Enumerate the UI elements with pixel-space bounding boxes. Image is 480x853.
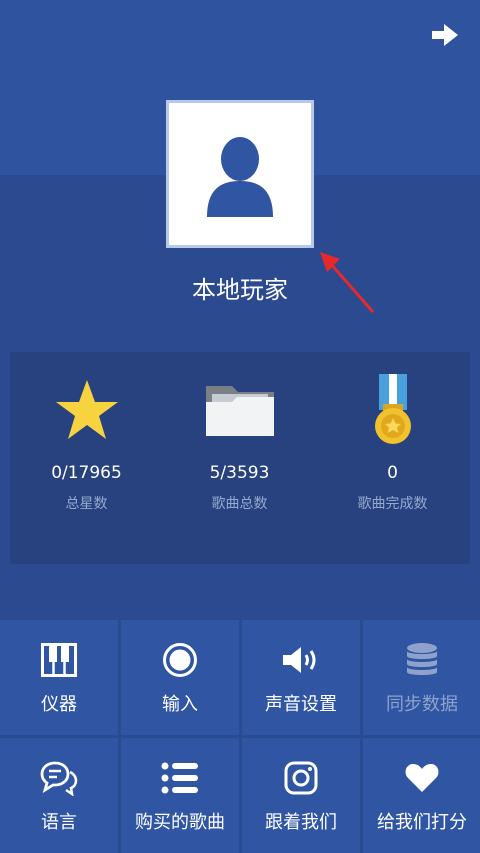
stat-value: 5/3593: [209, 463, 270, 483]
avatar[interactable]: [166, 100, 314, 248]
chat-icon: [0, 758, 118, 798]
menu-sound-settings-button[interactable]: 声音设置: [242, 620, 360, 735]
menu-language-button[interactable]: 语言: [0, 738, 118, 853]
folder-icon: [163, 372, 316, 447]
list-icon: [121, 758, 239, 798]
menu-follow-us-button[interactable]: 跟着我们: [242, 738, 360, 853]
menu-rate-us-button[interactable]: 给我们打分: [363, 738, 480, 853]
menu-label: 输入: [162, 694, 198, 715]
instagram-icon: [242, 758, 360, 798]
menu-sync-data-button[interactable]: 同步数据: [363, 620, 480, 735]
arrow-right-icon: [432, 24, 458, 46]
stats-panel: 0/17965 总星数 5/3593 歌曲总数 0 歌曲完成数: [10, 352, 470, 564]
menu-label: 同步数据: [386, 694, 458, 715]
stat-label: 歌曲完成数: [357, 496, 428, 512]
logout-button[interactable]: [430, 22, 460, 48]
stat-value: 0: [387, 463, 398, 483]
menu-input-button[interactable]: 输入: [121, 620, 239, 735]
database-icon: [363, 640, 480, 680]
medal-icon: [316, 372, 469, 447]
menu-grid: 仪器 输入 声音设置 同步数据 语言 购买的歌曲 跟着我们 给我们打分: [0, 620, 480, 853]
stat-value: 0/17965: [51, 463, 122, 483]
stat-label: 总星数: [65, 496, 108, 512]
stat-total-stars: 0/17965 总星数: [10, 372, 163, 513]
user-icon: [207, 137, 273, 217]
menu-label: 仪器: [41, 694, 77, 715]
menu-label: 语言: [41, 812, 77, 833]
piano-icon: [0, 640, 118, 680]
stat-total-songs: 5/3593 歌曲总数: [163, 372, 316, 513]
speaker-icon: [242, 640, 360, 680]
stat-songs-completed: 0 歌曲完成数: [316, 372, 469, 513]
menu-label: 购买的歌曲: [135, 812, 225, 833]
menu-instrument-button[interactable]: 仪器: [0, 620, 118, 735]
heart-icon: [363, 758, 480, 798]
star-icon: [10, 372, 163, 447]
player-name: 本地玩家: [192, 276, 288, 304]
menu-label: 声音设置: [265, 694, 337, 715]
menu-label: 跟着我们: [265, 812, 337, 833]
menu-label: 给我们打分: [377, 812, 467, 833]
record-icon: [121, 640, 239, 680]
menu-purchased-songs-button[interactable]: 购买的歌曲: [121, 738, 239, 853]
stat-label: 歌曲总数: [211, 496, 268, 512]
